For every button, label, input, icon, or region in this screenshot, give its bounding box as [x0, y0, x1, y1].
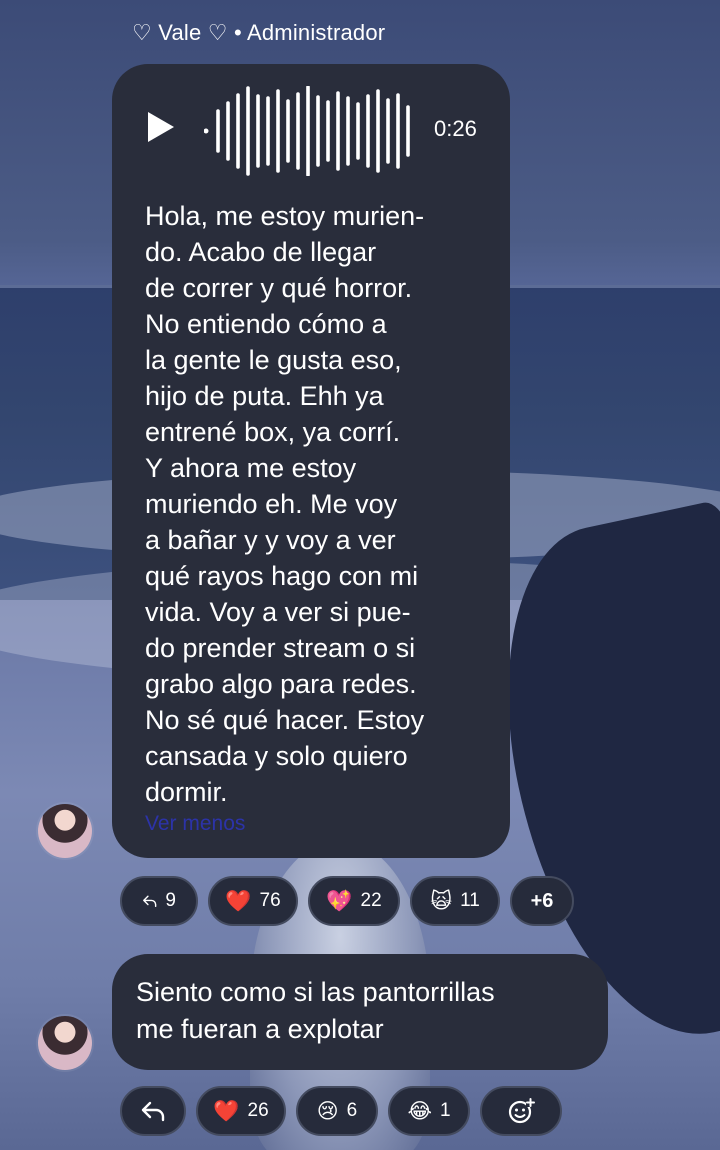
- text-message-bubble: Siento como si las pantorrillas me fuera…: [112, 954, 608, 1070]
- reply-icon: [141, 1101, 165, 1122]
- reaction-tears-of-joy[interactable]: 😂 1: [388, 1086, 470, 1136]
- reaction-count: 76: [259, 890, 281, 911]
- reply-button[interactable]: [120, 1086, 186, 1136]
- play-icon[interactable]: [144, 110, 178, 144]
- add-reaction-button[interactable]: [480, 1086, 562, 1136]
- crying-face-icon: 😢: [316, 1099, 339, 1123]
- weary-cat-icon: 🙀: [430, 889, 453, 913]
- voice-message-bubble: 0:26 Hola, me estoy murien- do. Acabo de…: [112, 64, 510, 858]
- sender-name[interactable]: ♡ Vale ♡ • Administrador: [132, 20, 385, 46]
- reaction-bar: ❤️ 26 😢 6 😂 1: [120, 1086, 562, 1136]
- sparkling-heart-icon: 💖: [326, 889, 353, 913]
- reaction-count: 6: [346, 1100, 358, 1121]
- reaction-crying-face[interactable]: 😢 6: [296, 1086, 378, 1136]
- reaction-sparkling-heart[interactable]: 💖 22: [308, 876, 400, 926]
- message-text: Siento como si las pantorrillas me fuera…: [136, 977, 495, 1044]
- reaction-count: 22: [360, 890, 382, 911]
- reaction-count: 26: [247, 1100, 269, 1121]
- more-reactions-button[interactable]: +6: [510, 876, 574, 926]
- see-less-link[interactable]: Ver menos: [145, 812, 245, 836]
- avatar[interactable]: [38, 804, 92, 858]
- heart-icon: ❤️: [213, 1099, 240, 1123]
- reply-icon: [143, 895, 157, 908]
- reaction-heart[interactable]: ❤️ 76: [208, 876, 298, 926]
- reaction-count: 11: [460, 890, 480, 911]
- heart-icon: ❤️: [225, 889, 252, 913]
- audio-waveform[interactable]: [204, 86, 424, 176]
- reaction-bar: 9 ❤️ 76 💖 22 🙀 11 +6: [120, 876, 574, 926]
- audio-duration: 0:26: [434, 116, 477, 141]
- reaction-weary-cat[interactable]: 🙀 11: [410, 876, 500, 926]
- add-reaction-icon: [508, 1098, 535, 1124]
- reply-button[interactable]: 9: [120, 876, 198, 926]
- voice-transcript: Hola, me estoy murien- do. Acabo de lleg…: [145, 201, 425, 807]
- avatar[interactable]: [38, 1016, 92, 1070]
- reply-count: 9: [165, 890, 176, 911]
- reaction-count: 1: [439, 1100, 451, 1121]
- tears-of-joy-icon: 😂: [407, 1099, 432, 1123]
- reaction-heart[interactable]: ❤️ 26: [196, 1086, 286, 1136]
